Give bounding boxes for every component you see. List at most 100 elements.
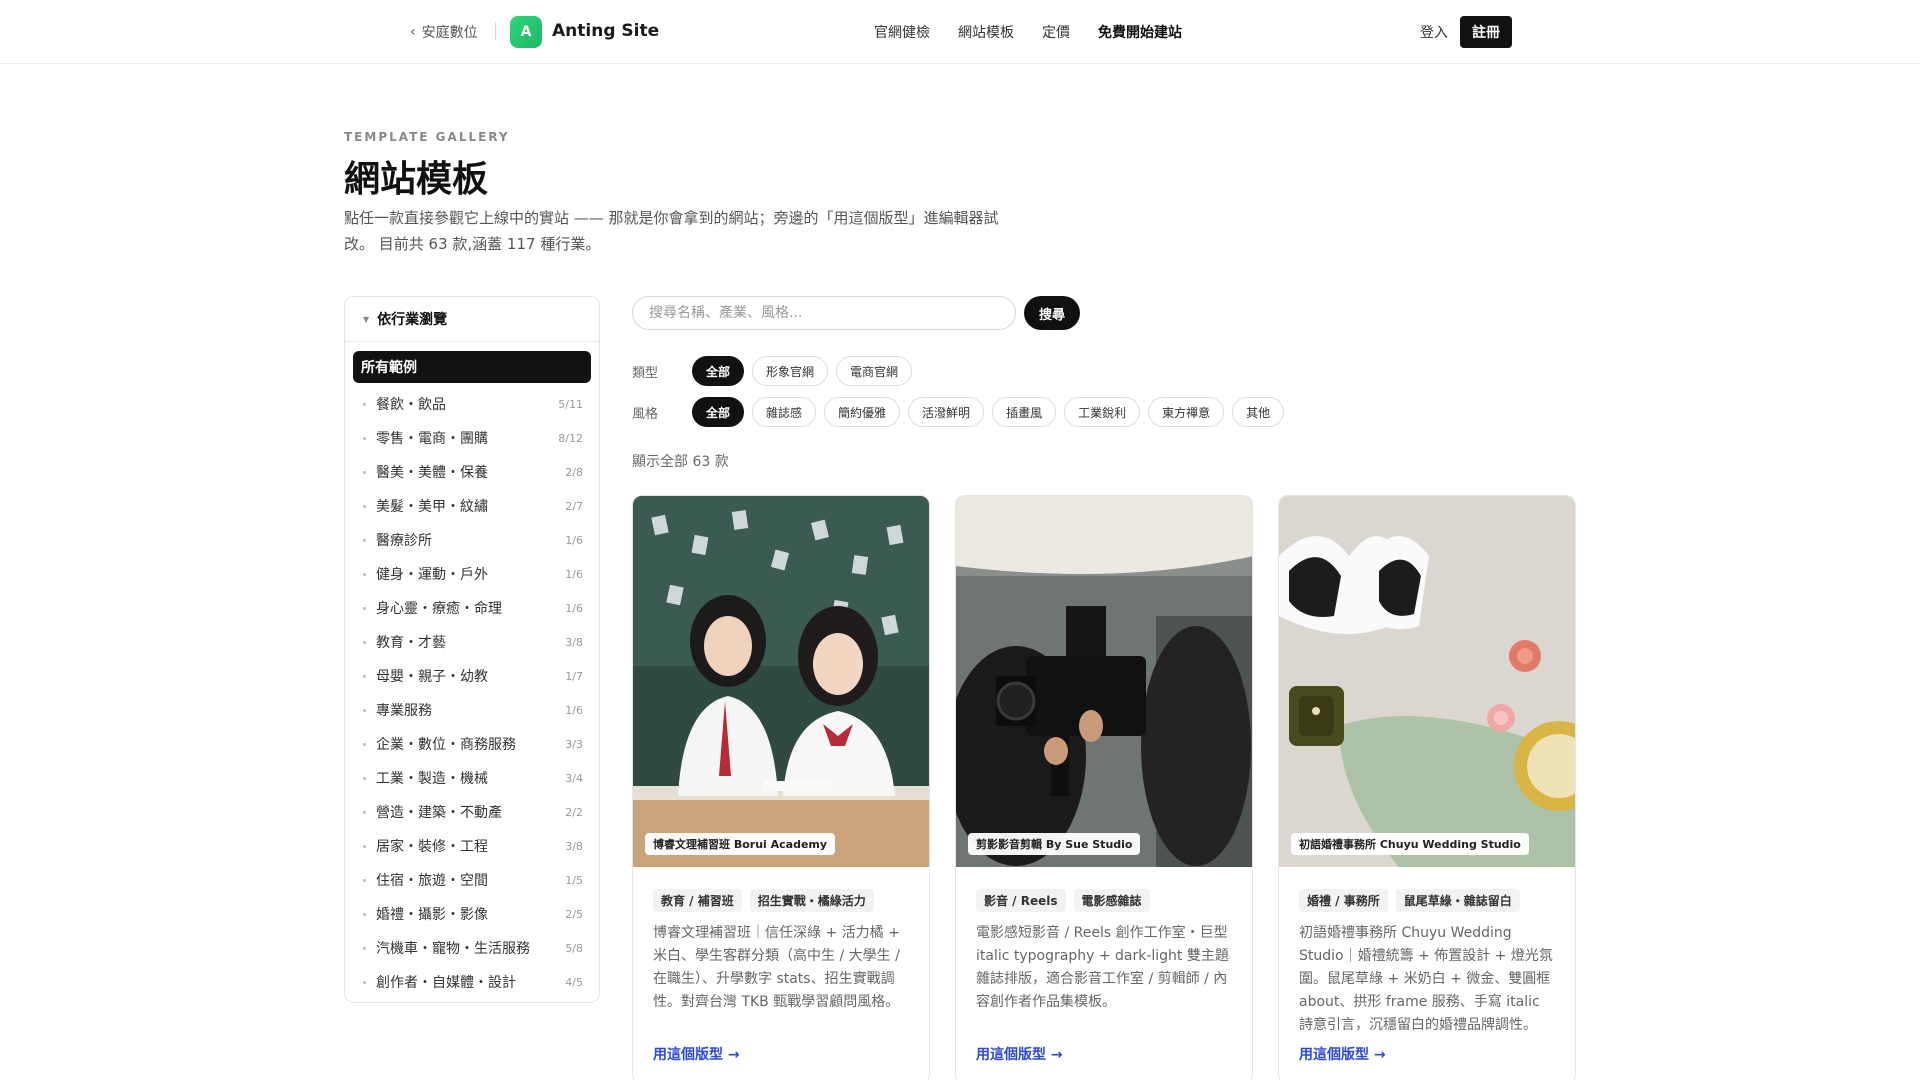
sidebar-item-label: 創作者・自媒體・設計 [376,975,516,991]
page-title: 網站模板 [344,159,489,200]
sidebar-item-label: 母嬰・親子・幼教 [376,669,488,685]
bullet-icon [363,878,366,882]
bullet-icon [363,538,366,542]
template-tags: 影音 / Reels 電影感雜誌 [956,867,1252,912]
login-link[interactable]: 登入 [1420,22,1448,42]
nav-pricing[interactable]: 定價 [1042,22,1070,42]
template-preview-image[interactable]: 博睿文理補習班 Borui Academy [633,496,929,867]
nav-start-free[interactable]: 免費開始建站 [1098,22,1182,42]
main-nav: 官網健檢 網站模板 定價 免費開始建站 [874,22,1182,42]
style-filter-row: 風格 全部 雜誌感 簡約優雅 活潑鮮明 插畫風 工業銳利 東方禪意 其他 [632,397,1285,427]
sidebar-item-count: 2/7 [565,499,583,513]
page-description: 點任一款直接參觀它上線中的實站 —— 那就是你會拿到的網站；旁邊的「用這個版型」… [344,209,999,253]
top-navbar: ‹ 安庭數位 A Anting Site 官網健檢 網站模板 定價 免費開始建站… [0,0,1920,64]
bullet-icon [363,606,366,610]
type-filter-chip[interactable]: 形象官網 [752,356,829,386]
back-link[interactable]: ‹ 安庭數位 [410,22,478,42]
type-chip-group: 全部 形象官網 電商官網 [692,356,913,386]
sidebar-item-label: 婚禮・攝影・影像 [376,907,488,923]
template-card[interactable]: 博睿文理補習班 Borui Academy 教育 / 補習班 招生實戰・橘綠活力… [632,495,930,1080]
sidebar-item[interactable]: 工業・製造・機械 3/4 [345,761,599,795]
style-filter-chip[interactable]: 東方禪意 [1148,397,1225,427]
template-tag: 鼠尾草綠・雜誌留白 [1395,889,1520,912]
brand-name[interactable]: Anting Site [552,21,659,41]
template-description: 電影感短影音 / Reels 創作工作室・巨型 italic typograph… [976,925,1229,1010]
sidebar-item-all[interactable]: 所有範例 [353,351,591,383]
template-caption: 初語婚禮事務所 Chuyu Wedding Studio [1291,833,1529,855]
industry-sidebar: ▼ 依行業瀏覽 所有範例 餐飲・飲品 5/11 零售・電商・團購 8/12 醫美・美體・… [344,296,600,1003]
bullet-icon [363,946,366,950]
sidebar-item[interactable]: 創作者・自媒體・設計 4/5 [345,965,599,999]
sidebar-item[interactable]: 營造・建築・不動產 2/2 [345,795,599,829]
sidebar-item-count: 5/8 [565,941,583,955]
type-filter-label: 類型 [632,365,659,381]
bullet-icon [363,708,366,712]
sidebar-item[interactable]: 健身・運動・戶外 1/6 [345,557,599,591]
sidebar-item-label: 健身・運動・戶外 [376,567,488,583]
sidebar-item[interactable]: 婚禮・攝影・影像 2/5 [345,897,599,931]
template-preview-image[interactable]: 初語婚禮事務所 Chuyu Wedding Studio [1279,496,1575,867]
style-filter-chip[interactable]: 簡約優雅 [824,397,901,427]
page-eyebrow: TEMPLATE GALLERY [344,130,510,144]
style-filter-chip[interactable]: 雜誌感 [752,397,817,427]
sidebar-item-count: 2/5 [565,907,583,921]
search-button[interactable]: 搜尋 [1024,296,1080,330]
film-crew-photo [956,496,1252,867]
bullet-icon [363,776,366,780]
style-filter-chip[interactable]: 其他 [1232,397,1285,427]
sidebar-item-label: 汽機車・寵物・生活服務 [376,941,530,957]
sidebar-item[interactable]: 餐飲・飲品 5/11 [345,387,599,421]
register-button[interactable]: 註冊 [1460,16,1512,48]
bullet-icon [363,810,366,814]
sidebar-item[interactable]: 居家・裝修・工程 3/8 [345,829,599,863]
bullet-icon [363,402,366,406]
bullet-icon [363,504,366,508]
sidebar-item[interactable]: 企業・數位・商務服務 3/3 [345,727,599,761]
sidebar-item-count: 1/6 [565,567,583,581]
sidebar-item[interactable]: 美髮・美甲・紋繡 2/7 [345,489,599,523]
sidebar-item[interactable]: 住宿・旅遊・空間 1/5 [345,863,599,897]
sidebar-item[interactable]: 汽機車・寵物・生活服務 5/8 [345,931,599,965]
template-tag: 教育 / 補習班 [653,889,742,912]
sidebar-toggle[interactable]: ▼ 依行業瀏覽 [345,297,599,342]
sidebar-item-label: 居家・裝修・工程 [376,839,488,855]
style-filter-chip[interactable]: 活潑鮮明 [908,397,985,427]
nav-templates[interactable]: 網站模板 [958,22,1014,42]
style-chip-group: 全部 雜誌感 簡約優雅 活潑鮮明 插畫風 工業銳利 東方禪意 其他 [692,397,1285,427]
template-description: 初語婚禮事務所 Chuyu Wedding Studio｜婚禮統籌 + 佈置設計… [1299,925,1553,1033]
sidebar-item[interactable]: 身心靈・療癒・命理 1/6 [345,591,599,625]
sidebar-item[interactable]: 醫美・美體・保養 2/8 [345,455,599,489]
sidebar-item[interactable]: 母嬰・親子・幼教 1/7 [345,659,599,693]
type-filter-chip[interactable]: 全部 [692,356,745,386]
sidebar-item[interactable]: 零售・電商・團購 8/12 [345,421,599,455]
template-preview-image[interactable]: 剪影影音剪輯 By Sue Studio [956,496,1252,867]
template-tag: 影音 / Reels [976,889,1066,912]
template-tag: 婚禮 / 事務所 [1299,889,1388,912]
sidebar-item[interactable]: 專業服務 1/6 [345,693,599,727]
sidebar-item-count: 3/3 [565,737,583,751]
sidebar-item-count: 2/8 [565,465,583,479]
sidebar-item[interactable]: 醫療診所 1/6 [345,523,599,557]
bullet-icon [363,436,366,440]
wedding-flatlay-photo [1279,496,1575,867]
brand-logo-icon[interactable]: A [510,16,542,48]
bullet-icon [363,470,366,474]
nav-site-checkup[interactable]: 官網健檢 [874,22,930,42]
sidebar-item[interactable]: 教育・才藝 3/8 [345,625,599,659]
search-input[interactable] [632,296,1016,330]
style-filter-chip[interactable]: 全部 [692,397,745,427]
use-template-link[interactable]: 用這個版型 → [1299,1044,1386,1064]
style-filter-chip[interactable]: 插畫風 [992,397,1057,427]
use-template-link[interactable]: 用這個版型 → [653,1044,740,1064]
template-card[interactable]: 剪影影音剪輯 By Sue Studio 影音 / Reels 電影感雜誌 電影… [955,495,1253,1080]
type-filter-chip[interactable]: 電商官網 [836,356,913,386]
sidebar-item-count: 1/6 [565,703,583,717]
template-tag: 電影感雜誌 [1073,889,1150,912]
sidebar-item-label: 專業服務 [376,703,432,719]
template-card[interactable]: 初語婚禮事務所 Chuyu Wedding Studio 婚禮 / 事務所 鼠尾… [1278,495,1576,1080]
use-template-link[interactable]: 用這個版型 → [976,1044,1063,1064]
type-filter-row: 類型 全部 形象官網 電商官網 [632,356,913,386]
sidebar-item-label: 企業・數位・商務服務 [376,737,516,753]
sidebar-item-count: 1/5 [565,873,583,887]
style-filter-chip[interactable]: 工業銳利 [1064,397,1141,427]
